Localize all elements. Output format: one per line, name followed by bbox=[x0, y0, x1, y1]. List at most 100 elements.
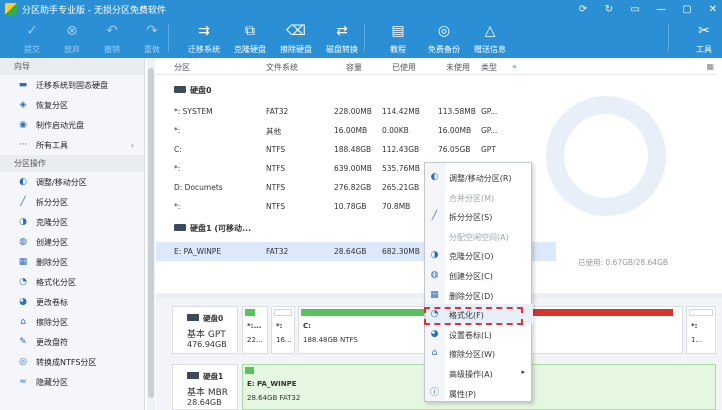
col-header-filesystem[interactable]: 文件系统 bbox=[266, 62, 298, 73]
table-row[interactable]: *: SYSTEM FAT32 228.00MB 114.42MB 113.58MB GP… bbox=[156, 102, 556, 121]
table-row[interactable]: C: NTFS 188.48GB 112.43GB 76.05GB GPT bbox=[156, 140, 556, 159]
toolbar-button-8[interactable]: ▤ 教程 bbox=[378, 18, 418, 58]
partition-block[interactable]: *:... 22... bbox=[242, 306, 268, 354]
tools-icon: ✂ bbox=[698, 23, 710, 39]
toolbar-button-7[interactable]: ⇄ 磁盘转换 bbox=[322, 18, 362, 58]
properties-menu-icon: ⓘ bbox=[429, 387, 439, 398]
toolbar-button-3[interactable]: ↷ 重做 bbox=[132, 18, 172, 58]
sidebar-item-1-6[interactable]: ◕ 更改卷标 bbox=[0, 292, 144, 312]
context-menu-item-7[interactable]: ◔ 格式化(F) bbox=[425, 304, 533, 325]
toolbar-button-2[interactable]: ↶ 撤销 bbox=[92, 18, 132, 58]
sidebar-item-1-8[interactable]: ✎ 更改盘符 bbox=[0, 332, 144, 352]
sidebar-item-label: 调整/移动分区 bbox=[36, 177, 87, 187]
sidebar-item-label: 格式化分区 bbox=[36, 277, 76, 287]
context-menu-item-10[interactable]: 高级操作(A) ▸ bbox=[425, 363, 533, 383]
collapse-icon[interactable]: « bbox=[512, 62, 517, 71]
toolbar-button-1[interactable]: ⊗ 放弃 bbox=[52, 18, 92, 58]
partition-block[interactable]: tsTFS bbox=[513, 306, 683, 354]
cell-used: 114.42MB bbox=[382, 107, 420, 116]
toolbar-separator bbox=[364, 24, 365, 52]
cell-partition: *: bbox=[174, 164, 181, 173]
toolbar-button-label: 教程 bbox=[390, 45, 406, 54]
disk0-card[interactable]: 硬盘0 基本 GPT 476.94GB bbox=[172, 306, 238, 354]
disk-card-title: 硬盘1 bbox=[203, 372, 224, 381]
toolbar-button-6[interactable]: ⌫ 擦除硬盘 bbox=[276, 18, 316, 58]
sidebar-item-1-3[interactable]: ◍ 创建分区 bbox=[0, 232, 144, 252]
gift-info-icon: △ bbox=[484, 23, 496, 39]
context-menu-item-2[interactable]: ╱ 拆分分区(S) bbox=[425, 206, 533, 226]
scrollbar-thumb[interactable] bbox=[148, 68, 154, 398]
close-button[interactable]: ✕ bbox=[708, 4, 718, 15]
context-menu-item-1[interactable]: 合并分区(M) bbox=[425, 187, 533, 207]
sidebar-item-1-0[interactable]: ◐ 调整/移动分区 bbox=[0, 172, 144, 192]
sidebar-section-title: 分区操作 bbox=[0, 155, 144, 172]
table-row[interactable]: *: 其他 16.00MB 0.00KB 16.00MB GP... bbox=[156, 121, 556, 140]
sidebar-scrollbar[interactable] bbox=[147, 58, 155, 410]
cell-filesystem: NTFS bbox=[266, 145, 286, 154]
disk-name: 硬盘0 bbox=[190, 86, 212, 95]
sidebar: 向导 ▬ 迁移系统到固态硬盘 ◈ 恢复分区 ◉ 制作启动光盘 ··· 所有工具 › 分区操作 ◐ 调整/… bbox=[0, 58, 145, 410]
minimize-button[interactable]: — bbox=[656, 4, 666, 15]
context-menu-item-4[interactable]: ◑ 克隆分区(O) bbox=[425, 245, 533, 265]
toolbar-button-10[interactable]: △ 赠送信息 bbox=[470, 18, 510, 58]
partition-usage-bar bbox=[301, 309, 425, 316]
maximize-button[interactable]: ▢ bbox=[682, 4, 692, 15]
sidebar-item-0-3[interactable]: ··· 所有工具 › bbox=[0, 135, 144, 155]
disk-row[interactable]: 硬盘0 bbox=[156, 80, 556, 100]
sidebar-item-0-2[interactable]: ◉ 制作启动光盘 bbox=[0, 115, 144, 135]
toolbar-button-4[interactable]: ⇉ 迁移系统 bbox=[184, 18, 224, 58]
partition-usage-bar bbox=[245, 367, 255, 374]
context-menu-label: 创建分区(C) bbox=[449, 272, 493, 281]
toolbar-button-9[interactable]: ◎ 免费备份 bbox=[424, 18, 464, 58]
col-header-used[interactable]: 已使用 bbox=[392, 62, 416, 73]
update-icon[interactable]: ↻ bbox=[604, 4, 614, 15]
col-header-partition[interactable]: 分区 bbox=[174, 62, 190, 73]
sidebar-item-1-7[interactable]: ⌂ 擦除分区 bbox=[0, 312, 144, 332]
context-menu-item-6[interactable]: ▦ 删除分区(D) bbox=[425, 285, 533, 305]
sidebar-item-label: 转换成NTFS分区 bbox=[36, 357, 97, 367]
menu-icon[interactable]: ▭ bbox=[630, 4, 640, 15]
hide-partition-icon: ≈ bbox=[19, 377, 27, 387]
layout-toggle-icon[interactable]: ▦ bbox=[706, 62, 714, 71]
col-header-unused[interactable]: 未使用 bbox=[446, 62, 470, 73]
cell-capacity: 188.48GB bbox=[334, 145, 372, 154]
sidebar-item-label: 制作启动光盘 bbox=[36, 120, 84, 130]
sidebar-item-0-0[interactable]: ▬ 迁移系统到固态硬盘 bbox=[0, 75, 144, 95]
refresh-icon[interactable]: ⟳ bbox=[578, 4, 588, 15]
window-title: 分区助手专业版 - 无损分区免费软件 bbox=[22, 5, 166, 16]
toolbar-button-5[interactable]: ⧉ 克隆硬盘 bbox=[230, 18, 270, 58]
col-header-capacity[interactable]: 容量 bbox=[346, 62, 362, 73]
context-menu-item-3[interactable]: 分配空闲空间(A) bbox=[425, 226, 533, 246]
cell-used: 535.76MB bbox=[382, 164, 420, 173]
context-menu-item-8[interactable]: ◕ 设置卷标(L) bbox=[425, 324, 533, 344]
context-menu-label: 格式化(F) bbox=[449, 311, 484, 321]
col-header-type[interactable]: 类型 bbox=[481, 62, 497, 73]
context-menu-item-9[interactable]: ⌂ 擦除分区(W) bbox=[425, 343, 533, 363]
partition-block[interactable]: *: 16... bbox=[271, 306, 295, 354]
context-menu-item-11[interactable]: ⓘ 属性(P) bbox=[425, 383, 533, 403]
change-label-icon: ◕ bbox=[19, 297, 27, 307]
context-menu-label: 属性(P) bbox=[449, 389, 477, 399]
toolbar-button-label: 免费备份 bbox=[428, 45, 460, 54]
undo-icon: ↶ bbox=[106, 23, 118, 39]
sidebar-item-0-1[interactable]: ◈ 恢复分区 bbox=[0, 95, 144, 115]
toolbar-button-11[interactable]: ✂ 工具 bbox=[684, 18, 722, 58]
context-menu-item-0[interactable]: ◐ 调整/移动分区(R) bbox=[425, 167, 533, 187]
disk1-card[interactable]: 硬盘1 基本 MBR 28.64GB bbox=[172, 364, 238, 410]
sidebar-item-1-10[interactable]: ≈ 隐藏分区 bbox=[0, 372, 144, 392]
disk-icon bbox=[187, 314, 199, 321]
context-menu-label: 合并分区(M) bbox=[449, 193, 495, 203]
partition-block[interactable]: *: 1... bbox=[686, 306, 716, 354]
recover-partition-icon: ◈ bbox=[19, 100, 27, 110]
sidebar-item-1-2[interactable]: ◑ 克隆分区 bbox=[0, 212, 144, 232]
context-menu-item-5[interactable]: ◍ 创建分区(C) bbox=[425, 265, 533, 285]
sidebar-item-1-4[interactable]: ▦ 删除分区 bbox=[0, 252, 144, 272]
clone-partition-icon: ◑ bbox=[19, 217, 27, 227]
toolbar-button-0[interactable]: ✓ 提交 bbox=[12, 18, 52, 58]
cell-used: 112.43GB bbox=[382, 145, 420, 154]
toolbar-button-label: 赠送信息 bbox=[474, 45, 506, 54]
partition-usage-bar bbox=[516, 309, 674, 316]
sidebar-item-1-1[interactable]: ╱ 拆分分区 bbox=[0, 192, 144, 212]
sidebar-item-1-5[interactable]: ◔ 格式化分区 bbox=[0, 272, 144, 292]
sidebar-item-1-9[interactable]: ◎ 转换成NTFS分区 bbox=[0, 352, 144, 372]
